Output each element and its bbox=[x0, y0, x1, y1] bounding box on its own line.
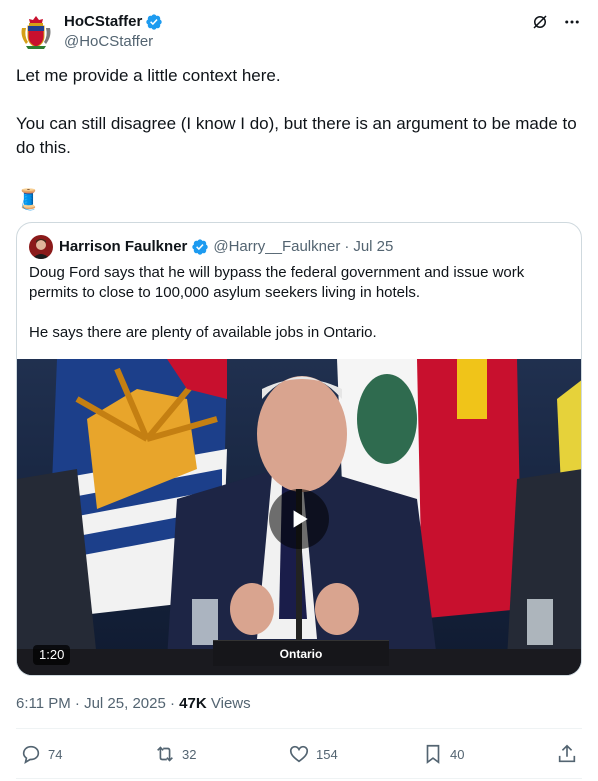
repost-icon bbox=[157, 746, 173, 762]
thread-emoji-icon: 🧵 bbox=[16, 189, 41, 211]
video-duration: 1:20 bbox=[33, 645, 71, 665]
like-count: 154 bbox=[316, 746, 338, 762]
author-avatar[interactable] bbox=[16, 12, 56, 52]
grok-icon[interactable] bbox=[530, 12, 550, 32]
ontario-name-sign: Ontario bbox=[213, 640, 389, 666]
bookmark-count: 40 bbox=[450, 746, 465, 762]
quoted-author-handle[interactable]: @Harry__Faulkner bbox=[213, 237, 340, 257]
tweet-paragraph: Let me provide a little context here. bbox=[16, 66, 281, 85]
author-handle[interactable]: @HoCStaffer bbox=[64, 32, 163, 52]
play-icon[interactable] bbox=[269, 489, 329, 549]
like-button[interactable]: 154 bbox=[288, 743, 338, 765]
author-names: HoCStaffer @HoCStaffer bbox=[64, 12, 163, 52]
bookmark-button[interactable]: 40 bbox=[422, 743, 464, 765]
author-name-text[interactable]: HoCStaffer bbox=[64, 12, 142, 32]
share-button[interactable] bbox=[556, 743, 578, 765]
repost-button[interactable]: 32 bbox=[154, 743, 196, 765]
tweet-text: Let me provide a little context here. Yo… bbox=[16, 64, 582, 184]
quoted-tweet[interactable]: Harrison Faulkner @Harry__Faulkner · Jul… bbox=[16, 222, 582, 676]
action-bar: 74 32 154 40 bbox=[16, 743, 582, 769]
share-icon bbox=[558, 744, 576, 763]
verified-badge-icon bbox=[191, 238, 209, 256]
reply-count: 74 bbox=[48, 746, 63, 762]
views-label: Views bbox=[210, 695, 251, 712]
quoted-tweet-text: Doug Ford says that he will bypass the f… bbox=[29, 263, 569, 363]
dot-separator: · bbox=[344, 238, 350, 255]
divider bbox=[16, 778, 582, 779]
reply-button[interactable]: 74 bbox=[20, 743, 62, 765]
reply-icon bbox=[22, 745, 40, 764]
quoted-paragraph: He says there are plenty of available jo… bbox=[29, 324, 377, 341]
tweet-meta: 6:11 PM · Jul 25, 2025 · 47K Views bbox=[16, 694, 251, 714]
tweet-time[interactable]: 6:11 PM bbox=[16, 695, 71, 712]
more-options-icon[interactable] bbox=[562, 12, 582, 32]
tweet-paragraph: You can still disagree (I know I do), bu… bbox=[16, 114, 577, 157]
quoted-tweet-header: Harrison Faulkner @Harry__Faulkner · Jul… bbox=[29, 235, 393, 259]
heart-icon bbox=[289, 745, 309, 763]
divider bbox=[16, 728, 582, 729]
quoted-author-avatar[interactable] bbox=[29, 235, 53, 259]
bookmark-icon bbox=[426, 744, 440, 764]
quoted-date[interactable]: Jul 25 bbox=[353, 237, 393, 257]
tweet-header: HoCStaffer @HoCStaffer bbox=[16, 10, 582, 54]
dot-separator: · bbox=[170, 695, 175, 712]
quoted-author-name[interactable]: Harrison Faulkner bbox=[59, 237, 187, 257]
tweet-date[interactable]: Jul 25, 2025 bbox=[84, 695, 166, 712]
quoted-paragraph: Doug Ford says that he will bypass the f… bbox=[29, 264, 525, 301]
verified-badge-icon bbox=[145, 13, 163, 31]
dot-separator: · bbox=[74, 695, 80, 712]
repost-count: 32 bbox=[182, 746, 197, 762]
header-actions bbox=[530, 12, 582, 32]
video-player[interactable]: Ontario 1:20 bbox=[17, 359, 581, 675]
author-display-name[interactable]: HoCStaffer bbox=[64, 12, 163, 32]
views-count: 47K bbox=[179, 695, 207, 712]
